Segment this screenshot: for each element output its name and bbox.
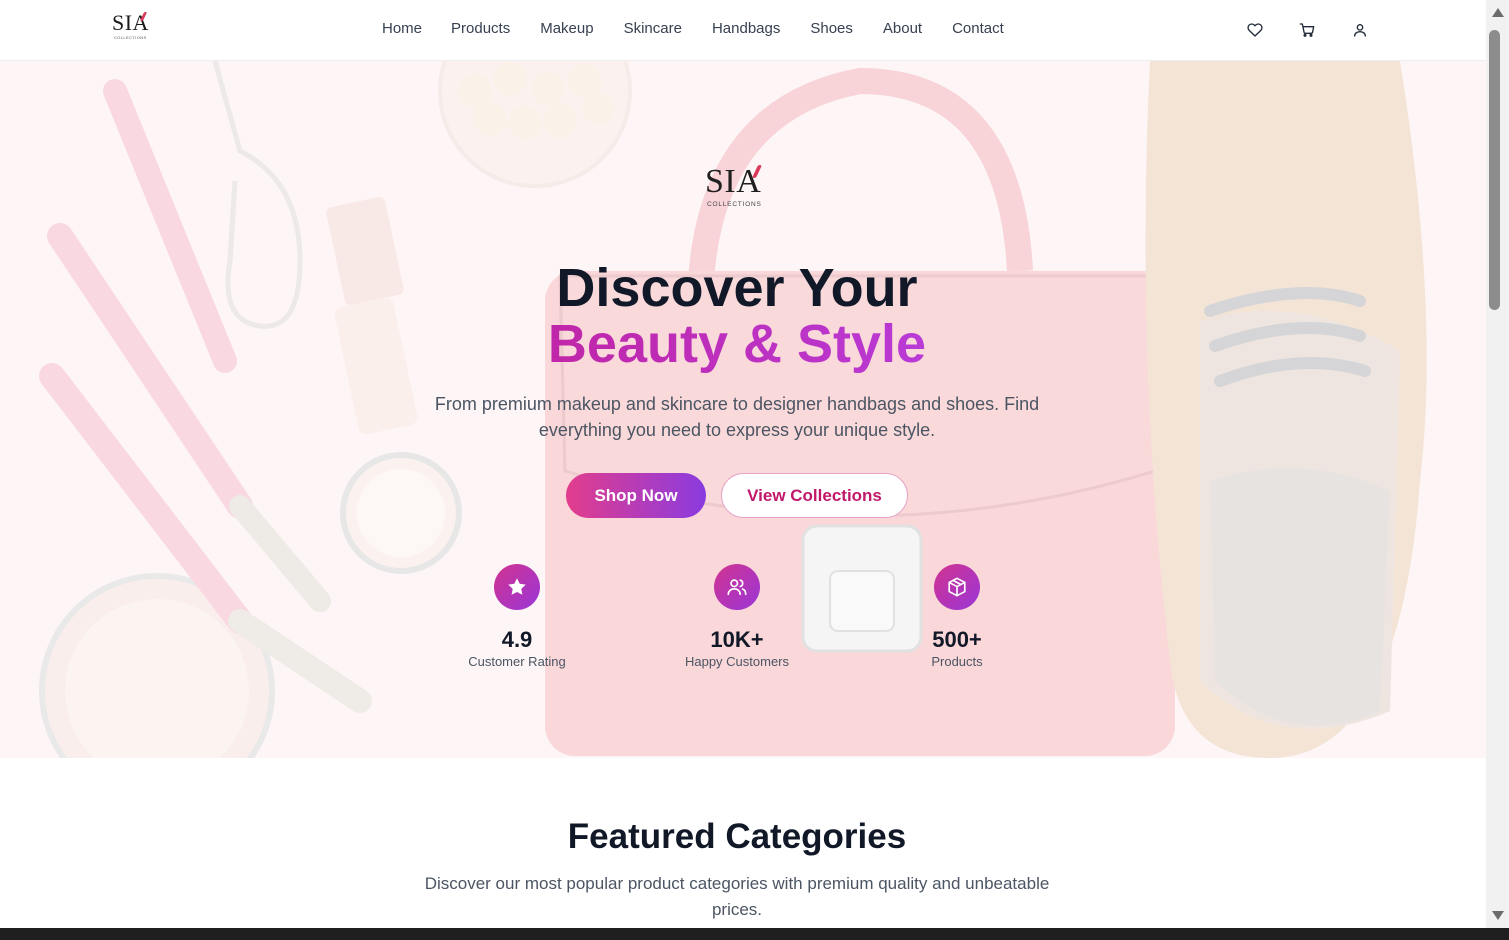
star-icon: [494, 564, 540, 610]
nav-makeup[interactable]: Makeup: [540, 20, 593, 37]
site-header: SIA COLLECTIONS Home Products Makeup Ski…: [0, 0, 1486, 61]
browser-viewport: SIA COLLECTIONS Home Products Makeup Ski…: [0, 0, 1486, 928]
hero-description: From premium makeup and skincare to desi…: [434, 394, 1040, 440]
hero-title-line1: Discover Your: [556, 258, 918, 318]
scroll-up-arrow-icon[interactable]: [1492, 8, 1504, 17]
main-nav: Home Products Makeup Skincare Handbags S…: [382, 20, 1004, 37]
stat-label: Customer Rating: [468, 654, 566, 669]
hero-title-gradient-text: Beauty & Style: [547, 314, 927, 374]
nav-home[interactable]: Home: [382, 20, 422, 37]
featured-categories-title: Featured Categories: [567, 817, 907, 856]
hero-section: SIA COLLECTIONS Discover Your Beauty & S…: [0, 61, 1486, 758]
hero-content: SIA COLLECTIONS Discover Your Beauty & S…: [0, 61, 1486, 758]
nav-handbags[interactable]: Handbags: [712, 20, 780, 37]
scrollbar-thumb[interactable]: [1489, 30, 1500, 310]
vertical-scrollbar[interactable]: [1486, 0, 1509, 928]
featured-categories-description: Discover our most popular product catego…: [424, 874, 1050, 919]
view-collections-button[interactable]: View Collections: [721, 473, 908, 518]
stat-customer-rating: 4.9 Customer Rating: [452, 564, 582, 669]
heart-icon[interactable]: [1245, 20, 1265, 40]
nav-about[interactable]: About: [883, 20, 922, 37]
users-icon: [714, 564, 760, 610]
stat-label: Happy Customers: [684, 654, 790, 669]
logo-subtext: COLLECTIONS: [114, 35, 147, 40]
scroll-down-arrow-icon[interactable]: [1492, 911, 1504, 920]
stat-happy-customers: 10K+ Happy Customers: [672, 564, 802, 669]
nav-shoes[interactable]: Shoes: [810, 20, 853, 37]
nav-products[interactable]: Products: [451, 20, 510, 37]
hero-title-line2: Beauty & Style: [0, 315, 1474, 373]
stat-products: 500+ Products: [892, 564, 1022, 669]
nav-skincare[interactable]: Skincare: [624, 20, 682, 37]
box-icon: [934, 564, 980, 610]
user-icon[interactable]: [1350, 20, 1370, 40]
shop-now-button[interactable]: Shop Now: [566, 473, 706, 518]
hero-logo-subtext: COLLECTIONS: [707, 201, 762, 208]
header-logo[interactable]: SIA COLLECTIONS: [112, 12, 156, 46]
cart-icon[interactable]: [1297, 20, 1317, 40]
stat-value: 10K+: [710, 627, 764, 652]
stat-value: 500+: [932, 627, 982, 652]
logo-text: SIA: [112, 10, 149, 35]
header-actions: [1245, 20, 1370, 40]
window-bottom-edge: [0, 928, 1509, 940]
stat-value: 4.9: [501, 627, 533, 652]
nav-contact[interactable]: Contact: [952, 20, 1004, 37]
hero-logo: SIA COLLECTIONS: [705, 165, 775, 209]
hero-logo-text: SIA: [705, 163, 762, 200]
stat-label: Products: [931, 654, 983, 669]
